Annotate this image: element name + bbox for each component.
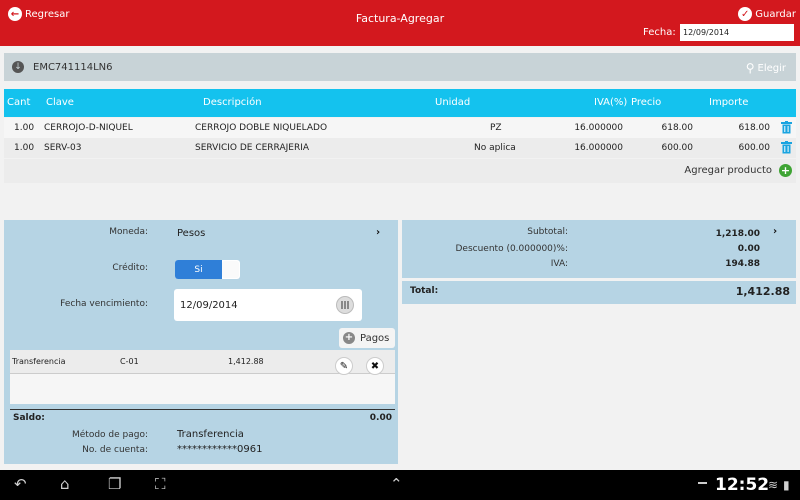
cell-importe: 600.00: [738, 143, 771, 153]
col-importe: Importe: [709, 97, 749, 108]
system-clock: 12:52: [715, 475, 770, 495]
fecha-label: Fecha:: [643, 27, 676, 38]
payment-method: Transferencia: [12, 357, 66, 366]
recent-apps-icon[interactable]: ❐: [108, 475, 121, 493]
add-product-label: Agregar producto: [684, 165, 772, 176]
chevron-right-icon[interactable]: ›: [376, 227, 380, 238]
chevron-up-icon[interactable]: ⌃: [390, 475, 403, 493]
moneda-value[interactable]: Pesos: [177, 228, 205, 239]
divider: [10, 409, 395, 410]
cell-unidad: PZ: [490, 123, 502, 133]
cell-iva: 16.000000: [574, 123, 623, 133]
cell-descripcion: SERVICIO DE CERRAJERIA: [195, 143, 310, 153]
back-icon[interactable]: ↶: [14, 475, 27, 493]
cell-clave: SERV-03: [44, 143, 82, 153]
col-unidad: Unidad: [435, 97, 471, 108]
customer-bar: ↓ EMC741114LN6 ⚲ Elegir: [4, 53, 796, 81]
system-nav-bar: ↶ ⌂ ❐ ⛶ ⌃ 12:52 ≋ ▮: [0, 470, 800, 500]
empty-area: [4, 183, 796, 211]
total-label: Total:: [410, 286, 439, 296]
cell-clave: CERROJO-D-NIQUEL: [44, 123, 133, 133]
payment-panel: Moneda: Pesos › Crédito: Si Fecha vencim…: [4, 220, 398, 464]
cell-descripcion: CERROJO DOBLE NIQUELADO: [195, 123, 328, 133]
download-arrow-icon[interactable]: ↓: [12, 61, 24, 73]
payments-list: Transferencia C-01 1,412.88 ✎ ✖: [10, 350, 395, 404]
col-precio: Precio: [631, 97, 662, 108]
choose-label: Elegir: [757, 62, 787, 74]
vencimiento-value: 12/09/2014: [180, 300, 238, 311]
choose-customer-button[interactable]: ⚲ Elegir: [746, 61, 786, 75]
app-header: ← Regresar Factura-Agregar ✓ Guardar Fec…: [0, 0, 800, 46]
metodo-label: Método de pago:: [71, 430, 148, 440]
battery-icon: ▮: [783, 478, 790, 492]
plus-icon[interactable]: +: [779, 164, 792, 177]
fecha-input[interactable]: [680, 24, 794, 41]
descuento-label: Descuento (0.000000)%:: [455, 244, 569, 254]
save-label: Guardar: [755, 8, 796, 20]
add-product-row[interactable]: Agregar producto +: [4, 159, 796, 183]
minus-icon: [698, 482, 707, 484]
vencimiento-label: Fecha vencimiento:: [60, 299, 148, 309]
toggle-knob: [222, 261, 239, 278]
search-icon: ⚲: [745, 61, 755, 75]
edit-pencil-icon[interactable]: ✎: [335, 357, 353, 375]
toggle-on-label: Si: [175, 260, 222, 279]
moneda-label: Moneda:: [109, 227, 148, 237]
wifi-icon: ≋: [768, 478, 779, 492]
list-item[interactable]: Transferencia C-01 1,412.88 ✎ ✖: [10, 350, 395, 375]
saldo-label: Saldo:: [13, 413, 45, 423]
cell-cant: 1.00: [14, 123, 35, 133]
saldo-value: 0.00: [369, 413, 392, 423]
cuenta-value: ************0961: [177, 444, 263, 455]
cell-precio: 600.00: [661, 143, 694, 153]
add-payment-button[interactable]: + Pagos: [339, 328, 395, 348]
plus-icon: +: [343, 332, 355, 344]
totals-panel: Subtotal: 1,218.00 › Descuento (0.000000…: [402, 220, 796, 304]
col-iva: IVA(%): [594, 97, 628, 108]
cell-importe: 618.00: [738, 123, 771, 133]
total-value: 1,412.88: [735, 285, 790, 298]
credito-label: Crédito:: [112, 263, 148, 273]
metodo-value: Transferencia: [177, 429, 244, 440]
cell-unidad: No aplica: [474, 143, 516, 153]
close-icon[interactable]: ✖: [366, 357, 384, 375]
cuenta-label: No. de cuenta:: [82, 445, 148, 455]
home-icon[interactable]: ⌂: [60, 475, 70, 493]
calendar-icon[interactable]: [336, 296, 354, 314]
save-button[interactable]: ✓ Guardar: [738, 7, 796, 21]
col-clave: Clave: [46, 97, 74, 108]
pagos-label: Pagos: [360, 332, 390, 344]
iva-label: IVA:: [550, 259, 568, 269]
cell-cant: 1.00: [14, 143, 35, 153]
trash-icon[interactable]: [781, 121, 792, 134]
customer-rfc: EMC741114LN6: [33, 61, 113, 73]
payment-ref: C-01: [120, 357, 139, 366]
screenshot-icon[interactable]: ⛶: [155, 475, 166, 493]
iva-value: 194.88: [725, 259, 760, 269]
table-row[interactable]: 1.00 SERV-03 SERVICIO DE CERRAJERIA No a…: [4, 138, 796, 158]
cell-iva: 16.000000: [574, 143, 623, 153]
table-row[interactable]: 1.00 CERROJO-D-NIQUEL CERROJO DOBLE NIQU…: [4, 118, 796, 138]
trash-icon[interactable]: [781, 141, 792, 154]
divider: [402, 278, 796, 281]
credito-toggle[interactable]: Si: [175, 260, 240, 279]
descuento-value: 0.00: [737, 244, 760, 254]
subtotal-label: Subtotal:: [527, 227, 568, 237]
checkmark-icon: ✓: [738, 7, 753, 21]
items-table-header: Cant Clave Descripción Unidad IVA(%) Pre…: [4, 89, 796, 117]
vencimiento-field[interactable]: 12/09/2014: [174, 289, 362, 321]
col-descripcion: Descripción: [203, 97, 262, 108]
col-cant: Cant: [7, 97, 31, 108]
payment-amount: 1,412.88: [228, 357, 264, 366]
chevron-right-icon[interactable]: ›: [773, 226, 777, 237]
subtotal-value: 1,218.00: [715, 229, 760, 239]
cell-precio: 618.00: [661, 123, 694, 133]
